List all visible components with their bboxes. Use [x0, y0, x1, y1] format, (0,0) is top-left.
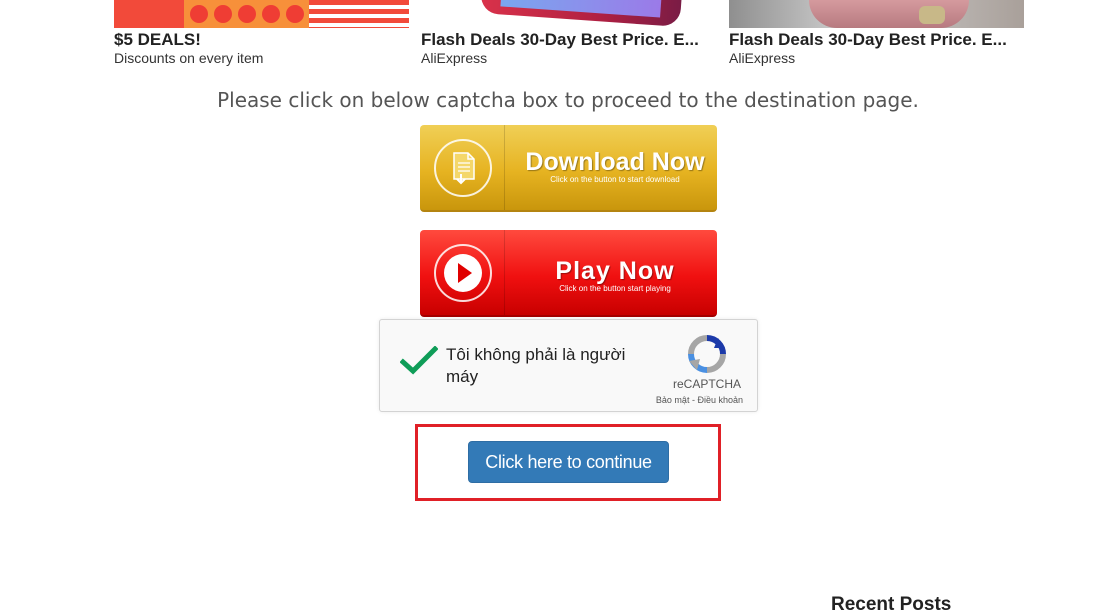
play-icon: [434, 244, 492, 302]
download-now-sublabel: Click on the button to start download: [550, 175, 680, 184]
recaptcha-widget: Tôi không phải là người máy reCAPTCHA Bả…: [379, 319, 758, 412]
ad-title[interactable]: Flash Deals 30-Day Best Price. E...: [729, 30, 1024, 50]
ad-thumbnail[interactable]: [421, 0, 716, 28]
recaptcha-brand: reCAPTCHA: [672, 377, 741, 391]
ad-subtitle: Discounts on every item: [114, 50, 264, 66]
ad-subtitle: AliExpress: [421, 50, 488, 66]
ad-card-bag[interactable]: Flash Deals 30-Day Best Price. E... AliE…: [729, 0, 1024, 66]
play-now-label: Play Now: [555, 257, 675, 285]
download-now-label: Download Now: [525, 148, 705, 176]
ad-thumbnail[interactable]: [114, 0, 409, 28]
terms-link[interactable]: Điều khoản: [697, 395, 743, 405]
play-now-button[interactable]: Play Now Click on the button start playi…: [420, 230, 717, 317]
recaptcha-logo-icon: [687, 334, 727, 374]
ad-card-deals[interactable]: $5 DEALS! Discounts on every item: [114, 0, 409, 66]
ad-thumbnail[interactable]: [729, 0, 1024, 28]
download-file-icon: [434, 139, 492, 197]
captcha-label: Tôi không phải là người máy: [446, 345, 626, 386]
ad-subtitle: AliExpress: [729, 50, 796, 66]
privacy-link[interactable]: Bảo mật: [656, 395, 690, 405]
ad-title[interactable]: $5 DEALS!: [114, 30, 409, 50]
download-now-button[interactable]: Download Now Click on the button to star…: [420, 125, 717, 212]
play-now-sublabel: Click on the button start playing: [559, 284, 671, 293]
recent-posts-heading: Recent Posts: [831, 594, 952, 615]
checkmark-icon: [399, 345, 439, 375]
captcha-checkbox[interactable]: [399, 345, 439, 376]
ad-card-phone[interactable]: Flash Deals 30-Day Best Price. E... AliE…: [421, 0, 716, 66]
instruction-text: Please click on below captcha box to pro…: [217, 88, 919, 112]
ad-title[interactable]: Flash Deals 30-Day Best Price. E...: [421, 30, 716, 50]
continue-button[interactable]: Click here to continue: [468, 441, 669, 483]
recaptcha-links: Bảo mật - Điều khoản: [655, 395, 743, 405]
